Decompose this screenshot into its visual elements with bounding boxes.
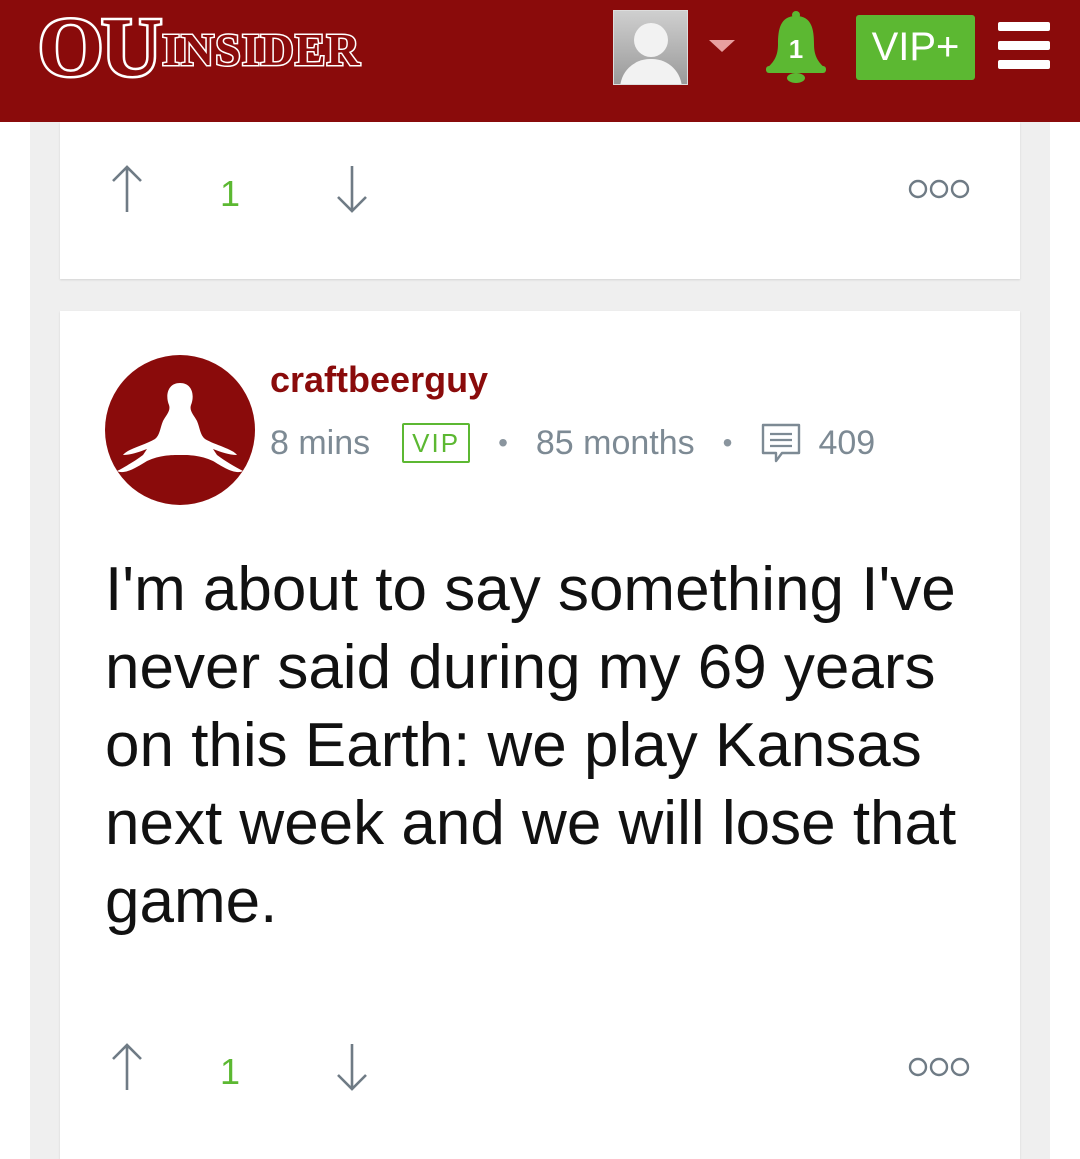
notification-count: 1 xyxy=(788,34,804,64)
meta-separator: • xyxy=(498,427,508,458)
logo-insider-text: INSIDER xyxy=(161,24,362,75)
more-options-icon[interactable] xyxy=(908,179,970,199)
previous-post-vote-row: 1 xyxy=(60,164,1020,224)
post-time: 8 mins xyxy=(270,423,371,462)
arrow-down-icon[interactable] xyxy=(332,164,372,214)
avatar-body xyxy=(620,59,682,84)
more-options-icon[interactable] xyxy=(908,1057,970,1077)
user-silhouette xyxy=(117,383,243,473)
post-body: I'm about to say something I've never sa… xyxy=(105,555,957,936)
menu-bar-top xyxy=(998,22,1050,31)
site-header: OU INSIDER 1 VIP+ xyxy=(0,0,1080,122)
site-logo[interactable]: OU INSIDER xyxy=(36,1,362,94)
arrow-down-icon[interactable] xyxy=(332,1042,372,1092)
meta-separator: • xyxy=(722,427,733,458)
notifications-button[interactable]: 1 xyxy=(764,10,828,84)
arrow-up-icon[interactable] xyxy=(107,1042,147,1092)
hamburger-icon[interactable] xyxy=(998,22,1050,69)
author-name[interactable]: craftbeerguy xyxy=(270,359,488,401)
message-count: 409 xyxy=(818,423,876,462)
author-avatar[interactable] xyxy=(105,355,255,505)
vote-count: 1 xyxy=(220,1051,241,1092)
caret-down-icon[interactable] xyxy=(709,40,735,52)
vip-plus-button[interactable]: VIP+ xyxy=(856,15,975,80)
vip-badge: VIP xyxy=(402,423,471,463)
previous-post-card: 1 xyxy=(60,122,1020,279)
message-icon xyxy=(762,423,801,463)
logo-ou-text: OU xyxy=(36,1,165,94)
profile-avatar[interactable] xyxy=(613,10,688,85)
arrow-up-icon[interactable] xyxy=(107,164,147,214)
avatar-head xyxy=(634,23,668,57)
vote-count: 1 xyxy=(220,173,241,214)
menu-bar-middle xyxy=(998,41,1050,50)
membership-duration: 85 months xyxy=(535,423,695,462)
post-meta: 8 mins VIP • 85 months • 409 xyxy=(270,421,875,465)
menu-bar-bottom xyxy=(998,60,1050,69)
post-vote-row: 1 xyxy=(60,1042,1020,1102)
post-card: craftbeerguy 8 mins VIP • 85 months • 40… xyxy=(60,311,1020,1159)
